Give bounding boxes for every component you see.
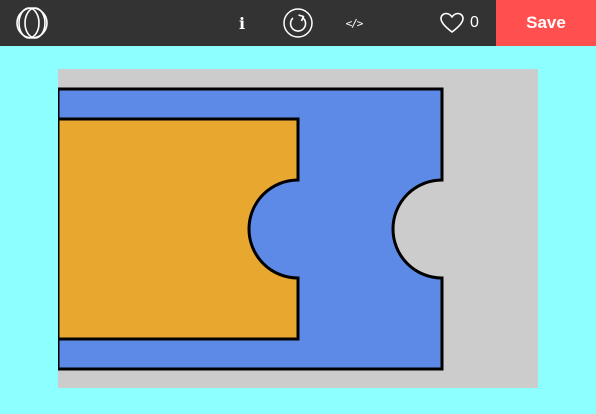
code-icon: </>	[345, 16, 364, 30]
info-button[interactable]: i	[226, 0, 258, 46]
logo-button[interactable]	[12, 0, 52, 46]
top-toolbar: i </> 0 Save	[0, 0, 596, 46]
artwork-canvas	[58, 69, 538, 388]
code-button[interactable]: </>	[338, 0, 370, 46]
save-button[interactable]: Save	[496, 0, 596, 46]
like-count: 0	[470, 14, 479, 31]
info-icon: i	[238, 13, 246, 33]
refresh-icon	[283, 8, 313, 38]
save-label: Save	[526, 13, 566, 32]
refresh-button[interactable]	[281, 0, 315, 46]
heart-icon	[440, 12, 464, 33]
overlapping-circles-logo-icon	[16, 7, 48, 39]
like-button[interactable]: 0	[440, 0, 490, 46]
